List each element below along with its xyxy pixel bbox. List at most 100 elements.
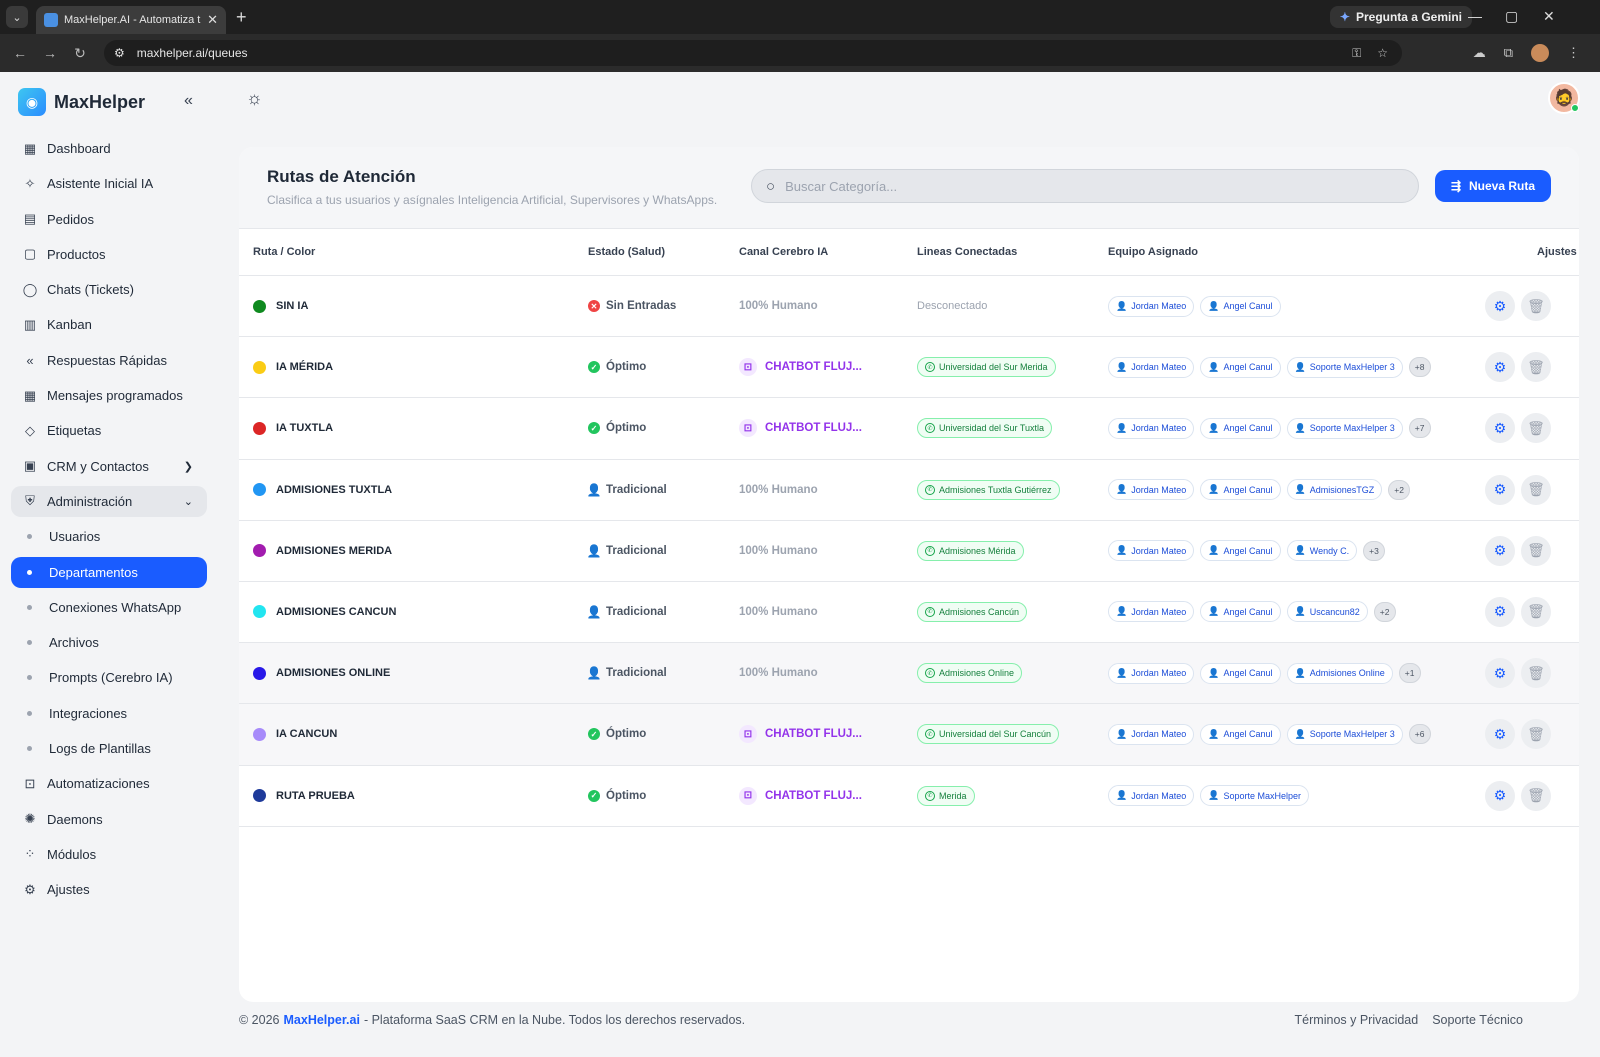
gemini-button[interactable]: ✦ Pregunta a Gemini xyxy=(1329,6,1472,28)
settings-button[interactable]: ⚙ xyxy=(1485,474,1515,505)
table-row[interactable]: ADMISIONES TUXTLA 👤 Tradicional 100% Huma… xyxy=(239,460,1579,521)
canal-label[interactable]: CHATBOT FLUJ... xyxy=(765,422,862,434)
col-equipo[interactable]: Equipo Asignado xyxy=(1108,246,1198,258)
canal-label[interactable]: CHATBOT FLUJ... xyxy=(765,361,862,373)
settings-button[interactable]: ⚙ xyxy=(1485,658,1515,689)
more-members-badge[interactable]: +3 xyxy=(1363,540,1385,561)
more-members-badge[interactable]: +7 xyxy=(1408,418,1431,439)
browser-menu-icon[interactable]: ⋮ xyxy=(1567,45,1580,61)
sidebar-bottom-item-2[interactable]: ⁘ Módulos xyxy=(11,839,207,870)
support-link[interactable]: Soporte Técnico xyxy=(1432,1013,1523,1027)
new-tab-button[interactable]: + xyxy=(236,7,247,28)
sidebar-bottom-item-0[interactable]: ⊡ Automatizaciones xyxy=(11,768,207,799)
site-info-icon[interactable]: ⚙ xyxy=(114,46,125,60)
more-members-badge[interactable]: +8 xyxy=(1408,357,1431,378)
sidebar-item-2[interactable]: ▤ Pedidos xyxy=(11,204,207,235)
maximize-button[interactable]: ▢ xyxy=(1505,8,1518,25)
terms-link[interactable]: Términos y Privacidad xyxy=(1295,1013,1419,1027)
tab-search-button[interactable]: ⌄ xyxy=(6,6,28,28)
sidebar-subitem-5[interactable]: Integraciones xyxy=(11,698,207,729)
sidebar-item-1[interactable]: ✧ Asistente Inicial IA xyxy=(11,168,207,199)
footer-brand-link[interactable]: MaxHelper.ai xyxy=(284,1013,360,1027)
sidebar-subitem-6[interactable]: Logs de Plantillas xyxy=(11,733,207,764)
collapse-sidebar-icon[interactable]: « xyxy=(184,92,193,110)
close-tab-icon[interactable]: ✕ xyxy=(207,12,218,28)
new-route-button[interactable]: ⇶ Nueva Ruta xyxy=(1435,170,1551,202)
sidebar-subitem-4[interactable]: Prompts (Cerebro IA) xyxy=(11,662,207,693)
sidebar-bottom-item-3[interactable]: ⚙ Ajustes xyxy=(11,874,207,905)
minimize-button[interactable]: — xyxy=(1468,8,1482,24)
new-route-label: Nueva Ruta xyxy=(1469,179,1536,193)
close-window-button[interactable]: ✕ xyxy=(1543,8,1555,25)
col-canal[interactable]: Canal Cerebro IA xyxy=(739,246,828,258)
table-row[interactable]: ADMISIONES CANCUN 👤 Tradicional 100% Huma… xyxy=(239,582,1579,644)
sidebar-bottom-item-1[interactable]: ✺ Daemons xyxy=(11,804,207,835)
settings-button[interactable]: ⚙ xyxy=(1485,719,1515,750)
table-row[interactable]: ADMISIONES MERIDA 👤 Tradicional 100% Huma… xyxy=(239,521,1579,582)
cloud-icon[interactable]: ☁ xyxy=(1473,45,1486,61)
sidebar-subitem-0[interactable]: Usuarios xyxy=(11,521,207,552)
delete-button[interactable]: 🗑 xyxy=(1521,596,1551,627)
sidebar-item-7[interactable]: ▦ Mensajes programados xyxy=(11,380,207,411)
sidebar: ◉ MaxHelper « ▦ Dashboard ✧ Asistente Inici… xyxy=(0,72,218,1057)
delete-button[interactable]: 🗑 xyxy=(1521,291,1551,321)
robot-icon: ⊡ xyxy=(739,725,757,744)
settings-button[interactable]: ⚙ xyxy=(1485,780,1515,811)
sidebar-item-3[interactable]: ▢ Productos xyxy=(11,239,207,270)
table-row[interactable]: ADMISIONES ONLINE 👤 Tradicional 100% Huma… xyxy=(239,643,1579,705)
settings-button[interactable]: ⚙ xyxy=(1485,291,1515,321)
settings-button[interactable]: ⚙ xyxy=(1485,596,1515,627)
more-members-badge[interactable]: +6 xyxy=(1408,724,1431,745)
col-lineas[interactable]: Lineas Conectadas xyxy=(917,246,1017,258)
delete-button[interactable]: 🗑 xyxy=(1521,780,1551,811)
sidebar-item-6[interactable]: « Respuestas Rápidas xyxy=(11,345,207,376)
extensions-icon[interactable]: ⧉ xyxy=(1504,45,1513,61)
sidebar-item-8[interactable]: ◇ Etiquetas xyxy=(11,415,207,446)
delete-button[interactable]: 🗑 xyxy=(1521,352,1551,383)
table-row[interactable]: SIN IA ✕ Sin Entradas 100% Humano Desconec… xyxy=(239,276,1579,338)
sidebar-item-10[interactable]: ⛨ Administración ⌄ xyxy=(11,485,207,517)
canal-label[interactable]: CHATBOT FLUJ... xyxy=(765,790,862,802)
user-avatar[interactable]: 🧔 xyxy=(1548,82,1580,114)
bookmark-star-icon[interactable]: ☆ xyxy=(1377,46,1388,61)
browser-tab[interactable]: MaxHelper.AI - Automatiza tu a ✕ xyxy=(36,6,226,34)
brand[interactable]: ◉ MaxHelper xyxy=(18,88,145,116)
back-button[interactable]: ← xyxy=(5,45,35,61)
sidebar-item-4[interactable]: ◯ Chats (Tickets) xyxy=(11,274,207,305)
delete-button[interactable]: 🗑 xyxy=(1521,535,1551,566)
settings-button[interactable]: ⚙ xyxy=(1485,535,1515,566)
canal-label[interactable]: CHATBOT FLUJ... xyxy=(765,728,862,740)
table-row[interactable]: IA CANCUN ✓ Óptimo ⊡ CHATBOT FLUJ... ✆ Unive… xyxy=(239,704,1579,766)
theme-toggle-sun-icon[interactable]: ☼ xyxy=(246,88,263,109)
sidebar-item-5[interactable]: ▥ Kanban xyxy=(11,309,207,340)
reload-button[interactable]: ↻ xyxy=(65,45,95,62)
sidebar-subitem-3[interactable]: Archivos xyxy=(11,627,207,658)
line-label: Admisiones Cancún xyxy=(939,606,1020,617)
address-bar[interactable]: ⚙ maxhelper.ai/queues ⚿ ☆ xyxy=(104,40,1402,66)
settings-button[interactable]: ⚙ xyxy=(1485,413,1515,444)
password-key-icon[interactable]: ⚿ xyxy=(1352,46,1361,61)
settings-button[interactable]: ⚙ xyxy=(1485,352,1515,383)
whatsapp-icon: ✆ xyxy=(925,362,935,373)
col-ruta[interactable]: Ruta / Color xyxy=(253,246,315,258)
more-members-badge[interactable]: +1 xyxy=(1398,663,1421,684)
table-row[interactable]: RUTA PRUEBA ✓ Óptimo ⊡ CHATBOT FLUJ... ✆ Mer… xyxy=(239,766,1579,827)
route-name: ADMISIONES TUXTLA xyxy=(276,483,393,496)
forward-button[interactable]: → xyxy=(35,45,65,61)
delete-button[interactable]: 🗑 xyxy=(1521,474,1551,505)
sidebar-subitem-1[interactable]: Departamentos xyxy=(11,556,207,588)
sidebar-subitem-2[interactable]: Conexiones WhatsApp xyxy=(11,592,207,623)
delete-button[interactable]: 🗑 xyxy=(1521,413,1551,444)
search-input[interactable]: ○ Buscar Categoría... xyxy=(751,169,1419,203)
col-estado[interactable]: Estado (Salud) xyxy=(588,246,665,258)
delete-button[interactable]: 🗑 xyxy=(1521,719,1551,750)
more-members-badge[interactable]: +2 xyxy=(1388,479,1410,500)
state-label: Tradicional xyxy=(606,667,667,680)
delete-button[interactable]: 🗑 xyxy=(1521,658,1551,689)
table-row[interactable]: IA MÉRIDA ✓ Óptimo ⊡ CHATBOT FLUJ... ✆ Unive… xyxy=(239,337,1579,399)
more-members-badge[interactable]: +2 xyxy=(1373,601,1396,622)
table-row[interactable]: IA TUXTLA ✓ Óptimo ⊡ CHATBOT FLUJ... ✆ Unive… xyxy=(239,398,1579,460)
sidebar-item-9[interactable]: ▣ CRM y Contactos ❯ xyxy=(11,451,207,482)
profile-avatar[interactable] xyxy=(1531,44,1549,62)
sidebar-item-0[interactable]: ▦ Dashboard xyxy=(11,133,207,164)
